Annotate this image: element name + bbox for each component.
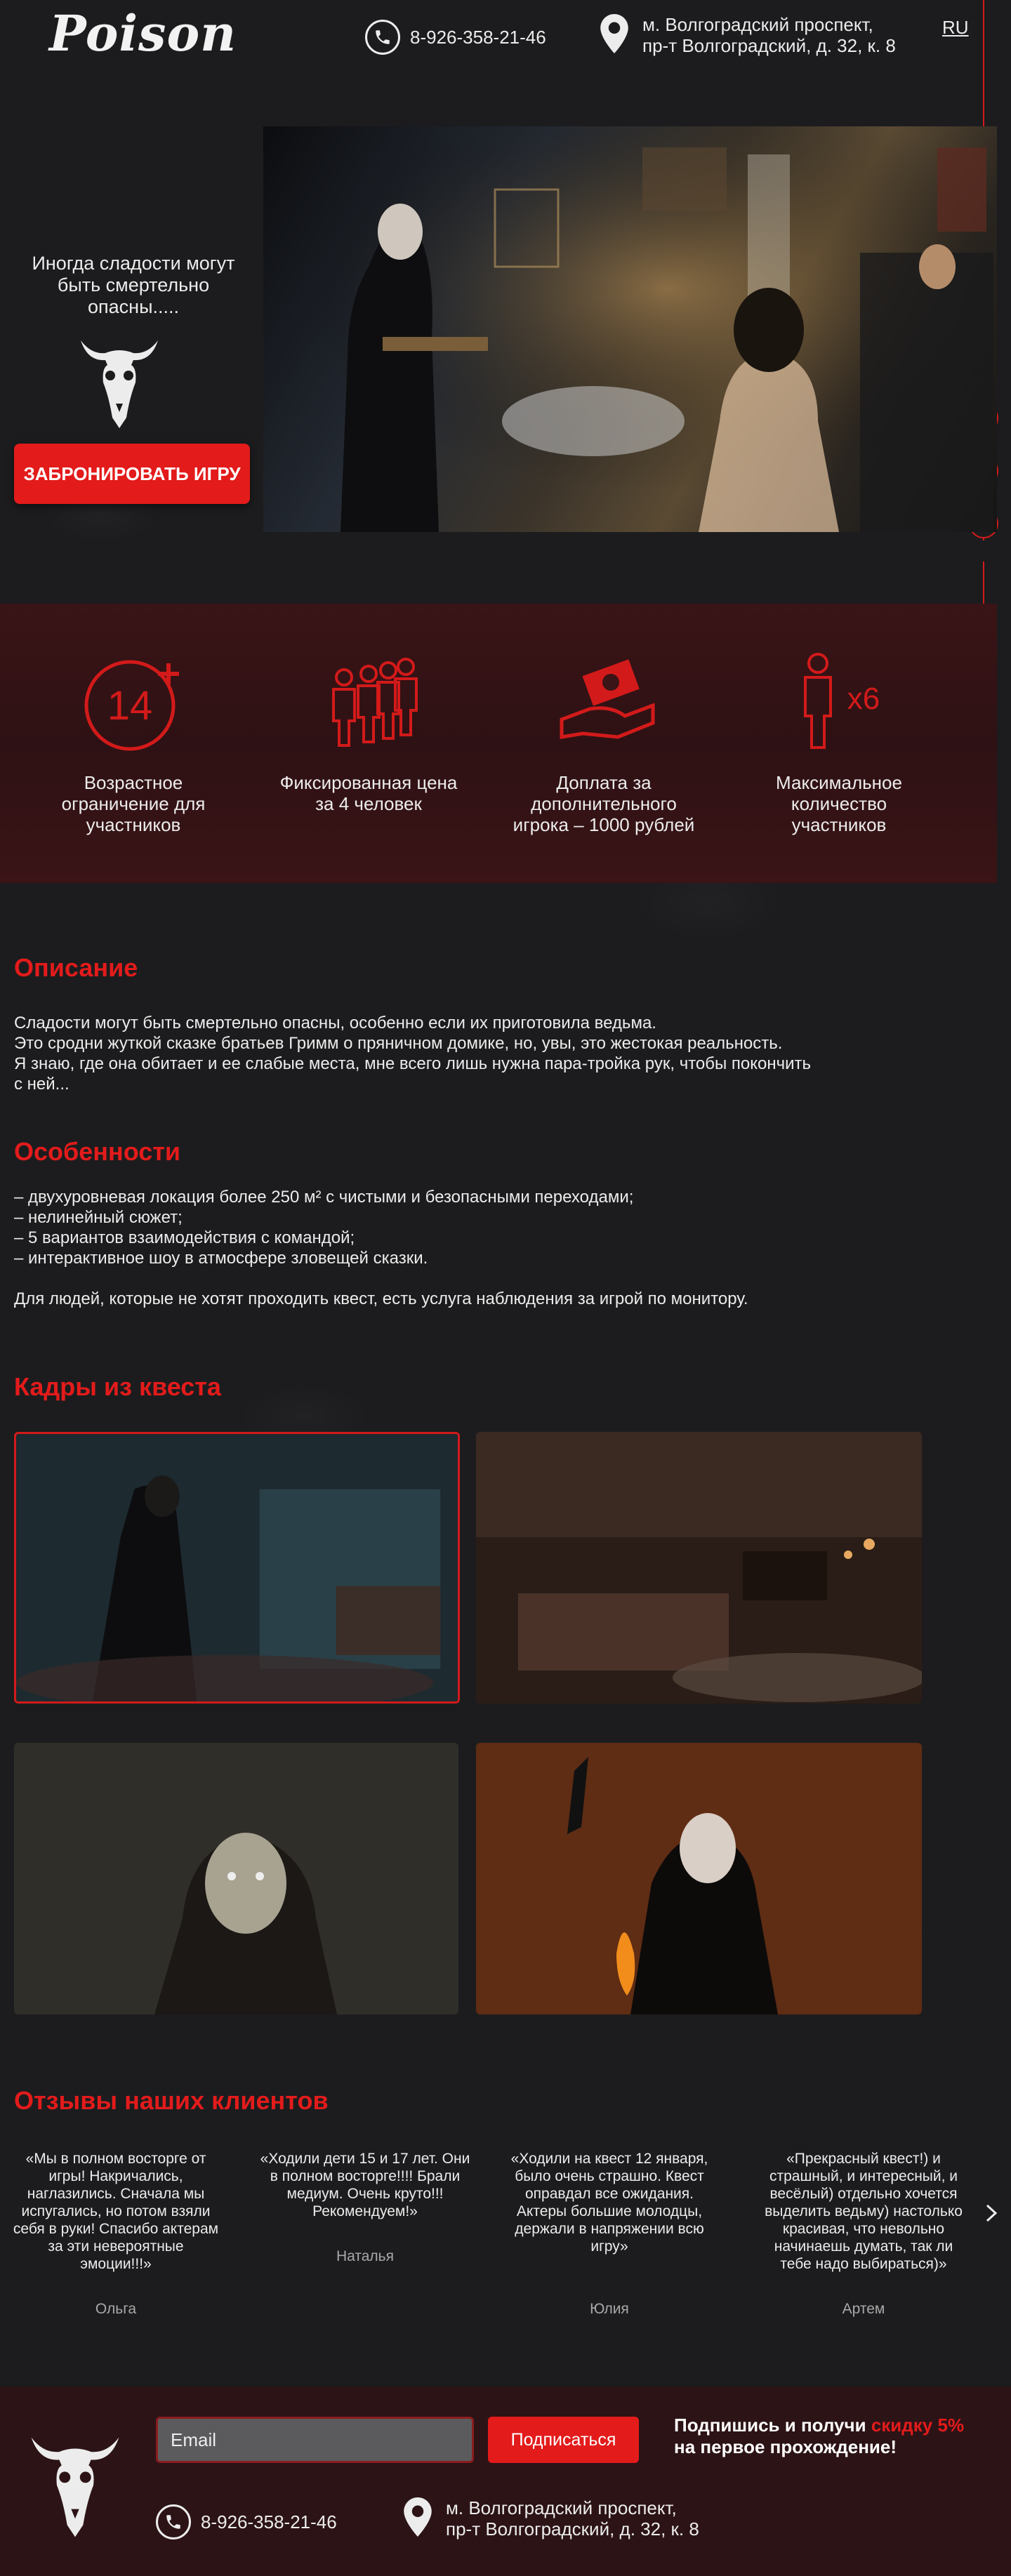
footer-address-line1: м. Волгоградский проспект, <box>446 2497 677 2518</box>
features-list-item: – интерактивное шоу в атмосфере зловещей… <box>14 1249 428 1268</box>
features-list-item: – двухуровневая локация более 250 м² с ч… <box>14 1188 634 1207</box>
age-badge: 14 <box>107 683 153 729</box>
promo-discount: скидку 5% <box>871 2415 965 2436</box>
description-line: Я знаю, где она обитает и ее слабые мест… <box>14 1054 812 1073</box>
location-pin-icon <box>404 2497 432 2537</box>
feature-label-age: Возрастное ограничение для участников <box>61 772 206 835</box>
gallery-photo-4[interactable] <box>476 1743 922 2014</box>
review-card: «Ходили на квест 12 января, было очень с… <box>504 2150 715 2317</box>
email-input[interactable] <box>156 2417 474 2463</box>
book-game-button[interactable]: ЗАБРОНИРОВАТЬ ИГРУ <box>14 444 250 504</box>
review-text: «Ходили дети 15 и 17 лет. Они в полном в… <box>260 2151 470 2219</box>
review-author: Артем <box>842 2301 885 2317</box>
bull-skull-icon <box>81 340 158 428</box>
footer-phone[interactable]: 8-926-358-21-46 <box>156 2504 337 2540</box>
features-list-item: – 5 вариантов взаимодействия с командой; <box>14 1228 355 1247</box>
review-author: Наталья <box>336 2248 394 2264</box>
footer-phone-number[interactable]: 8-926-358-21-46 <box>201 2511 337 2533</box>
feature-age: 14 Возрастное ограничение для участников <box>42 646 225 835</box>
subscribe-promo: Подпишись и получи скидку 5% на первое п… <box>674 2415 983 2458</box>
hand-money-icon <box>560 659 655 739</box>
feature-max: x6 Максимальное количество участников <box>748 646 930 835</box>
feature-label-max: Максимальное количество участников <box>776 772 902 835</box>
features-title: Особенности <box>14 1137 181 1166</box>
gallery-photo-1[interactable] <box>14 1432 460 1704</box>
hero-tagline: Иногда сладости могут быть смертельно оп… <box>32 253 235 317</box>
promo-suffix: на первое прохождение! <box>674 2436 897 2457</box>
reviews-title: Отзывы наших клиентов <box>14 2086 329 2115</box>
review-text: «Ходили на квест 12 января, было очень с… <box>510 2151 708 2255</box>
subscribe-button[interactable]: Подписаться <box>488 2417 639 2463</box>
review-author: Юлия <box>590 2301 629 2317</box>
features-band: 14 Возрастное ограничение для участников… <box>0 604 997 883</box>
observation-note: Для людей, которые не хотят проходить кв… <box>14 1289 748 1308</box>
header-address-line2: пр-т Волгоградский, д. 32, к. 8 <box>642 35 896 56</box>
reviews-next-arrow-icon[interactable] <box>983 2203 1000 2224</box>
footer-address: м. Волгоградский проспект, пр-т Волгогра… <box>404 2497 699 2540</box>
review-card: «Прекрасный квест!) и страшный, и интере… <box>758 2150 969 2317</box>
footer-address-line2: пр-т Волгоградский, д. 32, к. 8 <box>446 2518 699 2540</box>
feature-price: Фиксированная цена за 4 человек <box>277 646 460 814</box>
language-switcher[interactable]: RU <box>942 17 969 39</box>
description-text: Сладости могут быть смертельно опасны, о… <box>14 1013 969 1094</box>
hero-photo <box>263 126 997 532</box>
gallery-title: Кадры из квеста <box>14 1372 221 1401</box>
review-text: «Мы в полном восторге от игры! Накричали… <box>13 2151 219 2272</box>
person-x6-icon: x6 <box>804 653 880 749</box>
site-logo[interactable]: Poison <box>49 6 236 62</box>
gallery-photo-2[interactable] <box>476 1432 922 1704</box>
description-line: Сладости могут быть смертельно опасны, о… <box>14 1014 656 1033</box>
group-people-icon <box>332 658 418 747</box>
gallery-photo-3[interactable] <box>14 1743 458 2014</box>
max-badge: x6 <box>847 682 880 716</box>
description-line: Это сродни жуткой сказке братьев Гримм о… <box>14 1034 783 1053</box>
feature-label-extra: Доплата за дополнительного игрока – 1000… <box>513 772 695 835</box>
review-author: Ольга <box>95 2301 137 2317</box>
location-pin-icon <box>600 14 628 53</box>
header-address: м. Волгоградский проспект, пр-т Волгогра… <box>600 14 896 56</box>
review-card: «Ходили дети 15 и 17 лет. Они в полном в… <box>260 2150 470 2264</box>
age-14-plus-icon: 14 <box>84 660 179 751</box>
phone-icon <box>365 20 400 55</box>
feature-label-price: Фиксированная цена за 4 человек <box>279 772 458 814</box>
footer-skull-icon <box>31 2437 119 2537</box>
header-address-line1: м. Волгоградский проспект, <box>642 14 873 35</box>
header-phone[interactable]: 8-926-358-21-46 <box>365 20 546 55</box>
header-phone-number[interactable]: 8-926-358-21-46 <box>410 27 546 48</box>
features-list: – двухуровневая локация более 250 м² с ч… <box>14 1187 969 1268</box>
promo-prefix: Подпишись и получи <box>674 2415 871 2436</box>
description-line: с ней... <box>14 1075 70 1094</box>
review-card: «Мы в полном восторге от игры! Накричали… <box>11 2150 221 2317</box>
review-text: «Прекрасный квест!) и страшный, и интере… <box>765 2151 963 2272</box>
feature-extra: Доплата за дополнительного игрока – 1000… <box>513 646 695 835</box>
features-list-item: – нелинейный сюжет; <box>14 1208 183 1227</box>
phone-icon <box>156 2504 191 2540</box>
description-title: Описание <box>14 953 138 982</box>
